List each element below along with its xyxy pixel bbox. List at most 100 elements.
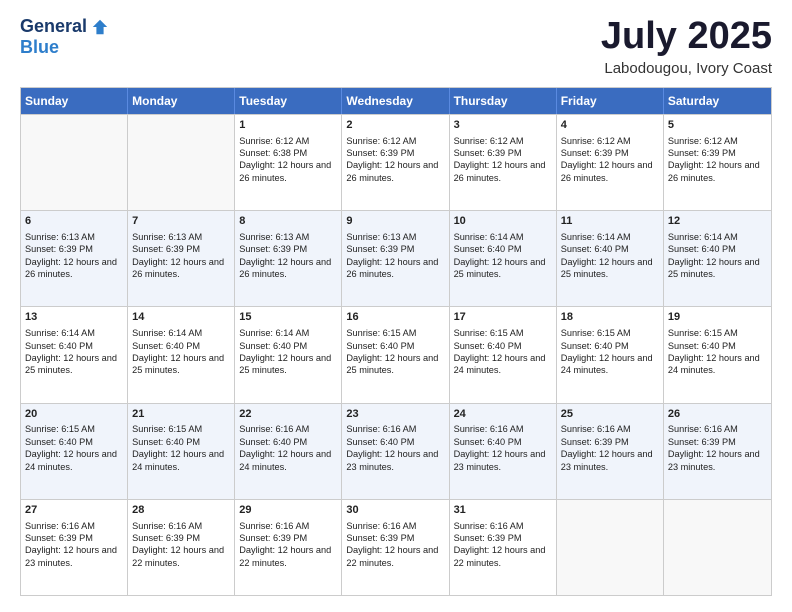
day-number: 28 [132, 503, 230, 518]
day-number: 5 [668, 118, 767, 133]
day-number: 26 [668, 407, 767, 422]
daylight-text: Daylight: 12 hours and 26 minutes. [346, 257, 438, 279]
sunrise-text: Sunrise: 6:12 AM [239, 136, 309, 146]
day-number: 9 [346, 214, 444, 229]
calendar-row: 13 Sunrise: 6:14 AM Sunset: 6:40 PM Dayligh… [21, 306, 771, 402]
calendar-row: 27 Sunrise: 6:16 AM Sunset: 6:39 PM Dayligh… [21, 499, 771, 595]
day-number: 27 [25, 503, 123, 518]
daylight-text: Daylight: 12 hours and 24 minutes. [668, 353, 760, 375]
sunset-text: Sunset: 6:39 PM [132, 244, 200, 254]
day-number: 1 [239, 118, 337, 133]
daylight-text: Daylight: 12 hours and 25 minutes. [132, 353, 224, 375]
calendar-row: 1 Sunrise: 6:12 AM Sunset: 6:38 PM Daylight… [21, 114, 771, 210]
day-number: 19 [668, 310, 767, 325]
sunset-text: Sunset: 6:39 PM [668, 437, 736, 447]
sunset-text: Sunset: 6:39 PM [239, 533, 307, 543]
calendar-cell: 30Sunrise: 6:16 AMSunset: 6:39 PMDayligh… [342, 500, 449, 595]
sunrise-text: Sunrise: 6:16 AM [346, 521, 416, 531]
daylight-text: Daylight: 12 hours and 23 minutes. [454, 449, 546, 471]
day-number: 12 [668, 214, 767, 229]
sunrise-text: Sunrise: 6:16 AM [346, 424, 416, 434]
calendar-cell: 7Sunrise: 6:13 AMSunset: 6:39 PMDaylight… [128, 211, 235, 306]
sunrise-text: Sunrise: 6:12 AM [346, 136, 416, 146]
header-friday: Friday [557, 88, 664, 114]
daylight-text: Daylight: 12 hours and 24 minutes. [132, 449, 224, 471]
sunset-text: Sunset: 6:39 PM [561, 437, 629, 447]
daylight-text: Daylight: 12 hours and 26 minutes. [668, 160, 760, 182]
calendar-cell: 27Sunrise: 6:16 AMSunset: 6:39 PMDayligh… [21, 500, 128, 595]
sunrise-text: Sunrise: 6:14 AM [561, 232, 631, 242]
day-number: 29 [239, 503, 337, 518]
day-number: 24 [454, 407, 552, 422]
calendar-cell: 15Sunrise: 6:14 AMSunset: 6:40 PMDayligh… [235, 307, 342, 402]
month-title: July 2025 [601, 16, 772, 58]
sunrise-text: Sunrise: 6:12 AM [561, 136, 631, 146]
sunset-text: Sunset: 6:40 PM [132, 437, 200, 447]
calendar-cell: 25Sunrise: 6:16 AMSunset: 6:39 PMDayligh… [557, 404, 664, 499]
day-number: 17 [454, 310, 552, 325]
sunrise-text: Sunrise: 6:15 AM [668, 328, 738, 338]
sunset-text: Sunset: 6:40 PM [561, 244, 629, 254]
daylight-text: Daylight: 12 hours and 22 minutes. [132, 545, 224, 567]
calendar-cell: 6Sunrise: 6:13 AMSunset: 6:39 PMDaylight… [21, 211, 128, 306]
day-number: 20 [25, 407, 123, 422]
logo-icon [91, 18, 109, 36]
logo: General Blue [20, 16, 109, 58]
calendar-cell: 28Sunrise: 6:16 AMSunset: 6:39 PMDayligh… [128, 500, 235, 595]
sunset-text: Sunset: 6:38 PM [239, 148, 307, 158]
sunset-text: Sunset: 6:39 PM [454, 533, 522, 543]
calendar-cell: 5Sunrise: 6:12 AMSunset: 6:39 PMDaylight… [664, 115, 771, 210]
sunset-text: Sunset: 6:40 PM [454, 437, 522, 447]
logo-blue-text: Blue [20, 37, 59, 58]
calendar-cell: 23Sunrise: 6:16 AMSunset: 6:40 PMDayligh… [342, 404, 449, 499]
calendar-cell: 3Sunrise: 6:12 AMSunset: 6:39 PMDaylight… [450, 115, 557, 210]
calendar-row: 20Sunrise: 6:15 AMSunset: 6:40 PMDayligh… [21, 403, 771, 499]
daylight-text: Daylight: 12 hours and 22 minutes. [239, 545, 331, 567]
sunrise-text: Sunrise: 6:16 AM [668, 424, 738, 434]
sunset-text: Sunset: 6:39 PM [25, 533, 93, 543]
daylight-text: Daylight: 12 hours and 26 minutes. [132, 257, 224, 279]
sunset-text: Sunset: 6:40 PM [25, 437, 93, 447]
sunrise-text: Sunrise: 6:14 AM [132, 328, 202, 338]
calendar-body: 1 Sunrise: 6:12 AM Sunset: 6:38 PM Daylight… [21, 114, 771, 595]
daylight-text: Daylight: 12 hours and 24 minutes. [25, 449, 117, 471]
sunset-text: Sunset: 6:40 PM [346, 341, 414, 351]
calendar-cell: 9Sunrise: 6:13 AMSunset: 6:39 PMDaylight… [342, 211, 449, 306]
sunset-text: Sunset: 6:40 PM [25, 341, 93, 351]
calendar-cell: 10Sunrise: 6:14 AMSunset: 6:40 PMDayligh… [450, 211, 557, 306]
title-block: July 2025 Labodougou, Ivory Coast [601, 16, 772, 77]
daylight-text: Daylight: 12 hours and 25 minutes. [239, 353, 331, 375]
daylight-text: Daylight: 12 hours and 26 minutes. [561, 160, 653, 182]
daylight-text: Daylight: 12 hours and 24 minutes. [454, 353, 546, 375]
sunset-text: Sunset: 6:40 PM [239, 437, 307, 447]
sunrise-text: Sunrise: 6:15 AM [561, 328, 631, 338]
day-number: 10 [454, 214, 552, 229]
calendar: Sunday Monday Tuesday Wednesday Thursday… [20, 87, 772, 596]
logo-general-text: General [20, 16, 87, 37]
sunrise-text: Sunrise: 6:13 AM [239, 232, 309, 242]
calendar-cell: 24Sunrise: 6:16 AMSunset: 6:40 PMDayligh… [450, 404, 557, 499]
sunrise-text: Sunrise: 6:15 AM [346, 328, 416, 338]
sunset-text: Sunset: 6:40 PM [132, 341, 200, 351]
calendar-cell [664, 500, 771, 595]
day-number: 15 [239, 310, 337, 325]
calendar-cell: 19 Sunrise: 6:15 AM Sunset: 6:40 PM Dayligh… [664, 307, 771, 402]
daylight-text: Daylight: 12 hours and 24 minutes. [239, 449, 331, 471]
sunset-text: Sunset: 6:40 PM [668, 341, 736, 351]
calendar-cell [21, 115, 128, 210]
calendar-cell: 18Sunrise: 6:15 AMSunset: 6:40 PMDayligh… [557, 307, 664, 402]
day-number: 25 [561, 407, 659, 422]
sunset-text: Sunset: 6:40 PM [561, 341, 629, 351]
day-number: 4 [561, 118, 659, 133]
calendar-cell: 1Sunrise: 6:12 AMSunset: 6:38 PMDaylight… [235, 115, 342, 210]
daylight-text: Daylight: 12 hours and 23 minutes. [561, 449, 653, 471]
calendar-cell: 11Sunrise: 6:14 AMSunset: 6:40 PMDayligh… [557, 211, 664, 306]
calendar-cell: 31Sunrise: 6:16 AMSunset: 6:39 PMDayligh… [450, 500, 557, 595]
sunrise-text: Sunrise: 6:13 AM [346, 232, 416, 242]
day-number: 13 [25, 310, 123, 325]
header-monday: Monday [128, 88, 235, 114]
day-number: 6 [25, 214, 123, 229]
sunrise-text: Sunrise: 6:12 AM [454, 136, 524, 146]
daylight-text: Daylight: 12 hours and 24 minutes. [561, 353, 653, 375]
daylight-text: Daylight: 12 hours and 26 minutes. [454, 160, 546, 182]
